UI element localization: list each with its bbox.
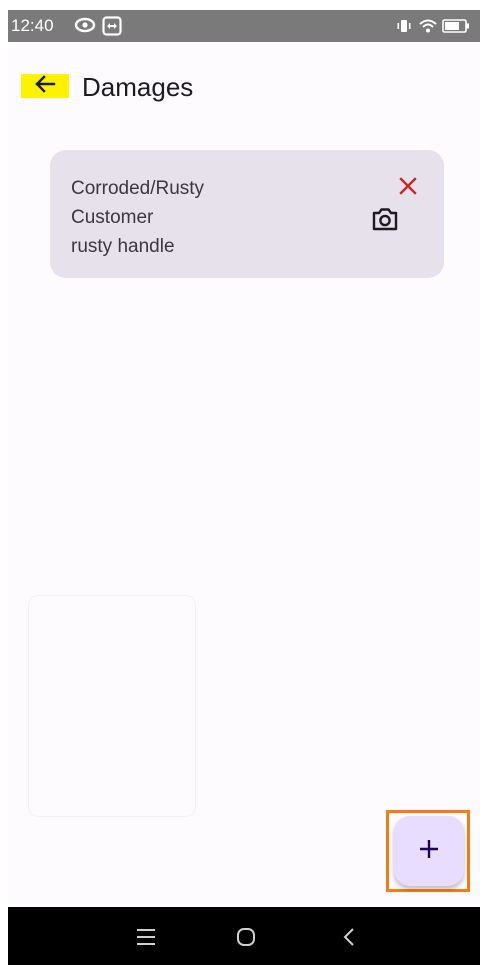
battery-icon xyxy=(442,19,470,38)
damage-card[interactable]: Corroded/Rusty Customer rusty handle xyxy=(50,150,444,278)
close-icon xyxy=(396,177,420,202)
status-bar: 12:40 xyxy=(8,10,480,42)
nav-back-button[interactable] xyxy=(338,925,366,949)
delete-damage-button[interactable] xyxy=(396,174,420,198)
menu-icon xyxy=(134,929,158,953)
status-time: 12:40 xyxy=(11,16,54,35)
back-icon xyxy=(338,928,362,953)
nav-home-button[interactable] xyxy=(234,925,262,949)
back-button[interactable] xyxy=(21,74,69,98)
eye-icon xyxy=(74,16,96,39)
home-icon xyxy=(234,928,258,953)
damage-details: Corroded/Rusty Customer rusty handle xyxy=(71,174,204,261)
add-damage-button[interactable] xyxy=(394,816,464,886)
wifi-icon xyxy=(418,18,438,39)
arrow-left-icon xyxy=(33,74,57,98)
app-screen: 12:40 Damages Corroded/Rusty Customer ru… xyxy=(8,10,480,965)
add-photo-button[interactable] xyxy=(370,204,400,234)
damage-type: Corroded/Rusty xyxy=(71,178,205,199)
page-title: Damages xyxy=(82,72,194,102)
nav-menu-button[interactable] xyxy=(134,925,162,949)
navigation-bar xyxy=(8,907,480,965)
vibrate-icon xyxy=(396,18,412,39)
camera-icon xyxy=(370,208,400,238)
faint-outline xyxy=(28,595,196,817)
damage-description: rusty handle xyxy=(71,236,175,257)
plus-icon xyxy=(418,838,440,865)
damage-reported-by: Customer xyxy=(71,207,154,228)
teamviewer-icon xyxy=(102,16,122,41)
